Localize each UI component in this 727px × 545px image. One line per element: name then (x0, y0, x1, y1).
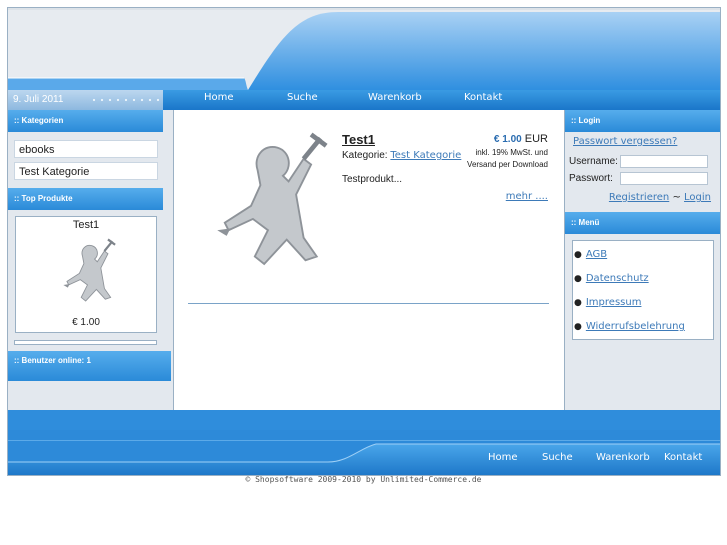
product-thumbnail-icon[interactable] (58, 235, 116, 309)
top-product-card[interactable]: Test1 € 1.00 (15, 216, 157, 333)
menu-link-widerrufsbelehrung[interactable]: Widerrufsbelehrung (586, 321, 685, 332)
divider (188, 303, 549, 304)
footer-home-link[interactable]: Home (488, 452, 518, 464)
nav-cart-link[interactable]: Warenkorb (368, 90, 422, 106)
header-banner (8, 8, 720, 90)
login-link[interactable]: Login (684, 192, 711, 203)
users-online: :: Benutzer online: 1 (8, 351, 171, 381)
menu-link-agb[interactable]: AGB (586, 249, 607, 260)
nav-search-link[interactable]: Suche (287, 90, 318, 106)
current-date: 9. Juli 2011 (13, 94, 64, 105)
top-product-price: € 1.00 (72, 317, 100, 328)
more-link[interactable]: mehr .... (506, 191, 548, 202)
categories-heading: :: Kategorien (8, 110, 163, 132)
product-category: Kategorie: Test Kategorie (342, 150, 461, 161)
forgot-password-link[interactable]: Passwort vergessen? (573, 136, 677, 147)
menu-item-agb[interactable]: ● AGB (574, 249, 607, 260)
footer: Home Suche Warenkorb Kontakt (8, 410, 720, 475)
left-sidebar: :: Kategorien ebooks Test Kategorie :: T… (8, 110, 174, 410)
category-item-ebooks[interactable]: ebooks (14, 140, 158, 158)
menu-item-datenschutz[interactable]: ● Datenschutz (574, 273, 649, 284)
bullet-icon: ● (574, 250, 582, 260)
copyright-text: © Shopsoftware 2009-2010 by Unlimited-Co… (245, 475, 482, 484)
bullet-icon: ● (574, 274, 582, 284)
category-item-test-kategorie[interactable]: Test Kategorie (14, 162, 158, 180)
menu-item-widerrufsbelehrung[interactable]: ● Widerrufsbelehrung (574, 321, 685, 332)
price-value: € 1.00 (493, 134, 522, 145)
password-label: Passwort: (569, 173, 613, 184)
password-input[interactable] (620, 172, 708, 185)
footer-cart-link[interactable]: Warenkorb (596, 452, 650, 464)
menu-item-impressum[interactable]: ● Impressum (574, 297, 641, 308)
username-input[interactable] (620, 155, 708, 168)
footer-contact-link[interactable]: Kontakt (664, 452, 702, 464)
product-price: € 1.00 EUR (494, 133, 548, 145)
register-link[interactable]: Registrieren (609, 192, 669, 203)
login-separator: ~ (672, 192, 681, 203)
top-product-name[interactable]: Test1 (16, 219, 156, 231)
menu-link-impressum[interactable]: Impressum (586, 297, 642, 308)
top-products-footer-bar (14, 340, 157, 345)
decorative-dots (90, 97, 160, 103)
login-actions: Registrieren ~ Login (609, 192, 711, 203)
page-frame: 9. Juli 2011 Home Suche Warenkorb Kontak… (7, 7, 721, 476)
nav-contact-link[interactable]: Kontakt (464, 90, 502, 106)
main-content: Test1 Kategorie: Test Kategorie Testprod… (174, 110, 564, 410)
username-label: Username: (569, 156, 618, 167)
footer-search-link[interactable]: Suche (542, 452, 573, 464)
menu-link-datenschutz[interactable]: Datenschutz (586, 273, 649, 284)
bullet-icon: ● (574, 322, 582, 332)
login-heading: :: Login (565, 110, 720, 132)
date-display: 9. Juli 2011 (8, 90, 163, 110)
menu-heading: :: Menü (565, 212, 720, 234)
price-currency: EUR (524, 133, 548, 145)
right-sidebar: :: Login Passwort vergessen? Username: P… (564, 110, 720, 410)
menu-box: ● AGB ● Datenschutz ● Impressum ● Widerrufsb… (572, 240, 714, 340)
product-description: Testprodukt... (342, 174, 403, 185)
product-image-icon[interactable] (206, 128, 328, 278)
top-products-heading: :: Top Produkte (8, 188, 163, 210)
top-navigation-bar: 9. Juli 2011 Home Suche Warenkorb Kontak… (8, 90, 720, 110)
bullet-icon: ● (574, 298, 582, 308)
tax-note: inkl. 19% MwSt. und Versand per Download (467, 148, 548, 169)
product-title-link[interactable]: Test1 (342, 132, 375, 147)
category-label: Kategorie: (342, 150, 388, 161)
category-link[interactable]: Test Kategorie (390, 150, 461, 161)
nav-home-link[interactable]: Home (204, 90, 234, 106)
